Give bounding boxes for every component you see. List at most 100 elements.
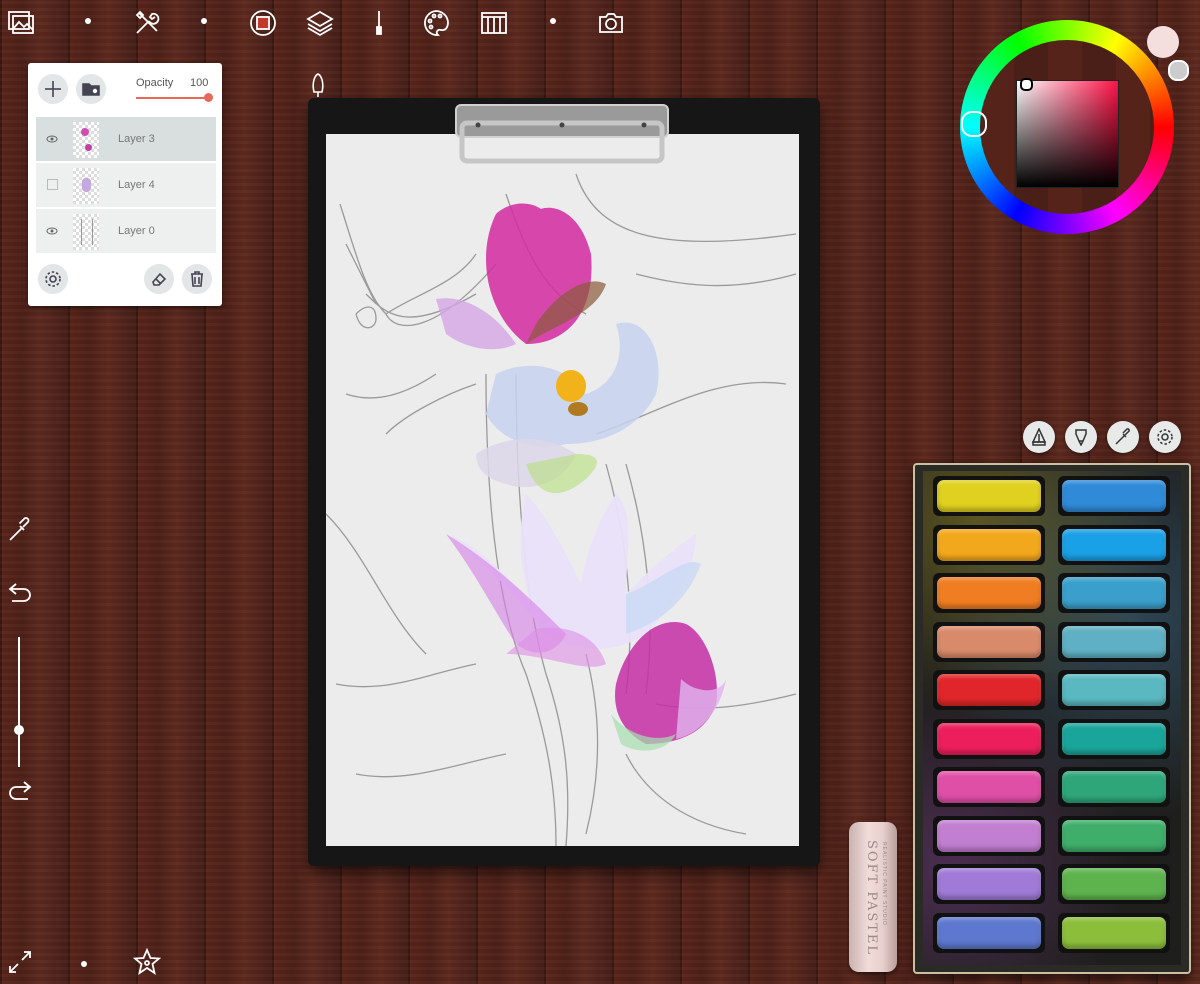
gear-icon xyxy=(45,271,61,287)
pastel-slot[interactable] xyxy=(1058,864,1170,904)
camera-icon[interactable] xyxy=(596,8,626,38)
toolbar-dot xyxy=(85,18,91,24)
pastel-color[interactable] xyxy=(937,868,1041,900)
pastel-slot[interactable] xyxy=(933,864,1045,904)
pastel-color[interactable] xyxy=(1062,674,1166,706)
layer-row[interactable]: Layer 4 xyxy=(36,163,216,207)
pastel-color[interactable] xyxy=(1062,528,1166,561)
pastel-color[interactable] xyxy=(1062,868,1166,900)
pastel-color[interactable] xyxy=(937,674,1041,706)
pastel-color[interactable] xyxy=(1062,916,1166,949)
color-pick-button[interactable] xyxy=(1107,421,1139,453)
pastel-color[interactable] xyxy=(937,625,1041,658)
pastel-slot[interactable] xyxy=(1058,524,1170,565)
pastel-slot[interactable] xyxy=(933,767,1045,807)
pastel-slot[interactable] xyxy=(933,670,1045,710)
opacity-slider[interactable] xyxy=(136,97,210,99)
brush-size-knob[interactable] xyxy=(14,725,24,735)
pastel-slot[interactable] xyxy=(1058,912,1170,953)
pastel-tip-icon xyxy=(1031,428,1047,446)
pastel-slot[interactable] xyxy=(933,573,1045,613)
palette-icon[interactable] xyxy=(421,8,451,38)
pastel-slot[interactable] xyxy=(933,815,1045,856)
opacity-slider-knob[interactable] xyxy=(204,93,213,102)
pastel-color[interactable] xyxy=(1062,577,1166,609)
plus-icon xyxy=(45,81,61,97)
toolbar-dot xyxy=(201,18,207,24)
pastel-tray xyxy=(913,463,1191,974)
layers-icon[interactable] xyxy=(305,8,335,38)
layer-thumbnail xyxy=(73,122,99,158)
drawing-canvas[interactable] xyxy=(325,134,799,847)
pastel-slot[interactable] xyxy=(933,912,1045,953)
pastel-slot[interactable] xyxy=(1058,815,1170,856)
pastel-color[interactable] xyxy=(937,577,1041,609)
star-icon[interactable] xyxy=(132,947,162,976)
layer-settings-button[interactable] xyxy=(38,264,68,294)
pastel-slot[interactable] xyxy=(933,476,1045,516)
pastel-color[interactable] xyxy=(1062,625,1166,658)
brush-size-slider[interactable] xyxy=(18,637,20,767)
pastel-slot[interactable] xyxy=(1058,573,1170,613)
pastel-color[interactable] xyxy=(937,916,1041,949)
brush-settings-button[interactable] xyxy=(1149,421,1181,453)
pastel-color[interactable] xyxy=(937,722,1041,755)
pastel-tip-button[interactable] xyxy=(1023,421,1055,453)
pastel-slot[interactable] xyxy=(1058,718,1170,759)
pastel-color[interactable] xyxy=(937,771,1041,803)
blend-tip-button[interactable] xyxy=(1065,421,1097,453)
pastel-color[interactable] xyxy=(937,819,1041,852)
undo-icon[interactable] xyxy=(6,578,34,606)
pastel-color[interactable] xyxy=(1062,819,1166,852)
pastel-slot[interactable] xyxy=(933,621,1045,662)
pen-cursor-icon xyxy=(312,73,324,97)
layer-thumbnail xyxy=(73,214,99,250)
pastel-color[interactable] xyxy=(1062,722,1166,755)
layer-row[interactable]: Layer 0 xyxy=(36,209,216,253)
trash-icon xyxy=(191,271,203,287)
color-selector-knob[interactable] xyxy=(1020,78,1033,91)
gallery-icon[interactable] xyxy=(6,8,36,38)
add-folder-button[interactable] xyxy=(76,74,106,104)
pastel-slot[interactable] xyxy=(933,718,1045,759)
brush-icon[interactable] xyxy=(364,8,394,38)
pastel-slot[interactable] xyxy=(933,524,1045,565)
eyedropper-icon[interactable] xyxy=(6,516,34,544)
gear-icon xyxy=(1157,429,1173,445)
visibility-checkbox[interactable] xyxy=(47,179,58,190)
current-color-swatch[interactable] xyxy=(1147,26,1179,58)
eraser-icon xyxy=(152,272,167,286)
eye-icon[interactable] xyxy=(46,225,58,237)
toolbar-dot xyxy=(550,18,556,24)
hue-selector-knob[interactable] xyxy=(961,111,987,137)
pastel-slot[interactable] xyxy=(1058,476,1170,516)
clear-layer-button[interactable] xyxy=(144,264,174,294)
paper-icon[interactable] xyxy=(479,8,509,38)
pastel-slot[interactable] xyxy=(1058,621,1170,662)
pastel-color[interactable] xyxy=(1062,771,1166,803)
pastel-stick-sublabel: REALISTIC PAINT STUDIO xyxy=(881,842,887,926)
pastel-slot[interactable] xyxy=(1058,670,1170,710)
eye-icon[interactable] xyxy=(46,133,58,145)
pastel-color[interactable] xyxy=(937,528,1041,561)
layer-name: Layer 4 xyxy=(118,179,155,191)
add-layer-button[interactable] xyxy=(38,74,68,104)
toolbar-dot xyxy=(81,961,87,967)
layer-row[interactable]: Layer 3 xyxy=(36,117,216,161)
layer-name: Layer 3 xyxy=(118,133,155,145)
blend-tip-icon xyxy=(1075,429,1087,446)
layers-panel: Opacity 100 Layer 3 Layer 4 Layer 0 xyxy=(28,63,222,306)
saturation-value-square[interactable] xyxy=(1016,80,1119,188)
redo-icon[interactable] xyxy=(6,776,34,804)
opacity-label: Opacity xyxy=(136,77,174,89)
pastel-color[interactable] xyxy=(937,480,1041,512)
pastel-color[interactable] xyxy=(1062,480,1166,512)
fullscreen-icon[interactable] xyxy=(6,948,34,976)
delete-layer-button[interactable] xyxy=(182,264,212,294)
stroke-icon[interactable] xyxy=(248,8,278,38)
color-settings-button[interactable] xyxy=(1168,60,1189,81)
opacity-value: 100 xyxy=(190,77,209,89)
tools-icon[interactable] xyxy=(132,8,162,38)
pastel-slot[interactable] xyxy=(1058,767,1170,807)
pastel-stick-label: SOFT PASTEL xyxy=(864,840,879,957)
